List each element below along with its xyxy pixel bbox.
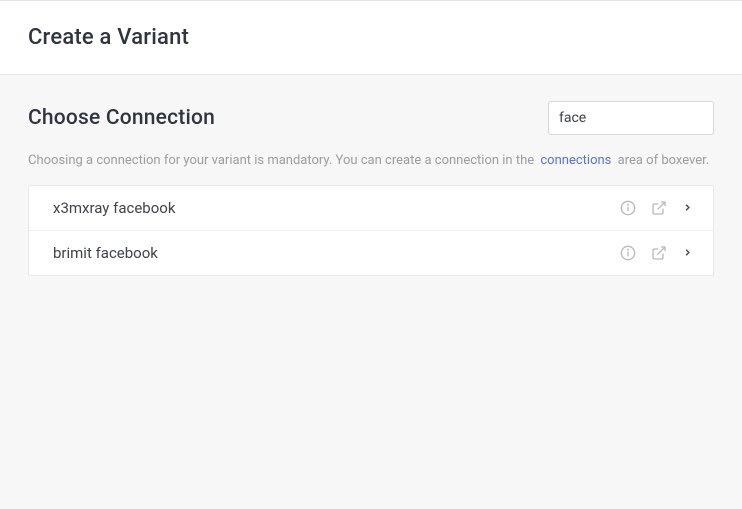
page-header: Create a Variant [0,0,742,75]
row-actions [620,200,693,216]
external-link-icon[interactable] [651,245,667,261]
connection-label: brimit facebook [53,244,158,262]
section-header-row: Choose Connection [28,101,714,135]
connection-label: x3mxray facebook [53,199,175,217]
info-icon[interactable] [620,200,636,216]
info-icon[interactable] [620,245,636,261]
external-link-icon[interactable] [651,200,667,216]
chevron-right-icon [682,247,693,258]
row-actions [620,245,693,261]
content-area: Choose Connection Choosing a connection … [0,75,742,302]
connection-row[interactable]: brimit facebook [29,231,713,275]
description-suffix: area of boxever. [618,153,710,168]
connection-row[interactable]: x3mxray facebook [29,186,713,231]
section-description: Choosing a connection for your variant i… [28,151,714,171]
section-title: Choose Connection [28,106,215,130]
page-title: Create a Variant [28,25,714,50]
connections-link[interactable]: connections [537,153,614,168]
chevron-right-icon [682,202,693,213]
connection-search-input[interactable] [548,101,714,135]
description-prefix: Choosing a connection for your variant i… [28,153,534,168]
connections-list: x3mxray facebook [28,185,714,276]
